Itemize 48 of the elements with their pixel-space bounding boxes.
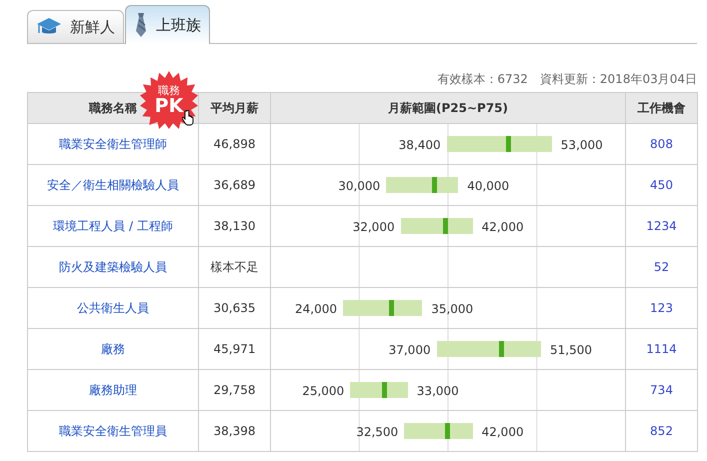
range-low: 24,000 (294, 301, 337, 318)
range-low: 38,400 (398, 137, 441, 154)
average-salary: 樣本不足 (210, 260, 258, 274)
hand-cursor-icon (182, 110, 194, 126)
average-marker (432, 177, 438, 193)
job-openings-link[interactable]: 123 (650, 301, 673, 315)
job-openings-link[interactable]: 450 (650, 178, 673, 192)
range-low: 30,000 (337, 178, 380, 195)
column-header: 平均月薪 (198, 92, 270, 124)
necktie-icon (134, 13, 148, 37)
range-low: 32,000 (352, 219, 395, 236)
job-openings-link[interactable]: 1114 (646, 342, 677, 356)
job-link[interactable]: 廠務助理 (89, 383, 137, 397)
average-marker (388, 300, 394, 316)
job-openings-link[interactable]: 808 (650, 137, 673, 151)
job-openings-link[interactable]: 734 (650, 383, 673, 397)
tab[interactable]: 新鮮人 (27, 10, 124, 43)
column-header: 工作機會 (626, 92, 698, 124)
average-marker (442, 218, 448, 234)
range-low: 32,500 (355, 424, 398, 441)
average-salary: 38,130 (214, 219, 256, 233)
average-salary: 36,689 (214, 178, 256, 192)
range-high: 35,000 (431, 301, 474, 318)
average-salary: 29,758 (214, 383, 256, 397)
job-openings-link[interactable]: 852 (650, 424, 673, 438)
tab[interactable]: 上班族 (125, 5, 210, 44)
job-openings-link[interactable]: 52 (654, 260, 670, 274)
job-link[interactable]: 廠務 (101, 342, 125, 356)
range-high: 42,000 (482, 424, 524, 441)
average-salary: 30,635 (214, 301, 256, 315)
column-header: 月薪範圍(P25~P75) (270, 92, 626, 124)
range-high: 33,000 (416, 383, 459, 400)
range-high: 51,500 (550, 342, 592, 359)
average-salary: 46,898 (214, 137, 256, 151)
range-high: 40,000 (467, 178, 510, 195)
data-summary: 有效樣本：6732 資料更新：2018年03月04日 (437, 71, 697, 88)
average-salary: 38,398 (214, 424, 256, 438)
range-high: 42,000 (482, 219, 524, 236)
average-marker (382, 382, 388, 398)
average-salary: 45,971 (214, 342, 256, 356)
average-marker (444, 423, 450, 439)
job-openings-link[interactable]: 1234 (646, 219, 677, 233)
job-link[interactable]: 公共衛生人員 (77, 301, 149, 315)
average-marker (499, 341, 504, 357)
range-low: 25,000 (301, 383, 344, 400)
average-marker (506, 136, 511, 152)
range-high: 53,000 (560, 137, 603, 154)
range-low: 37,000 (388, 342, 431, 359)
